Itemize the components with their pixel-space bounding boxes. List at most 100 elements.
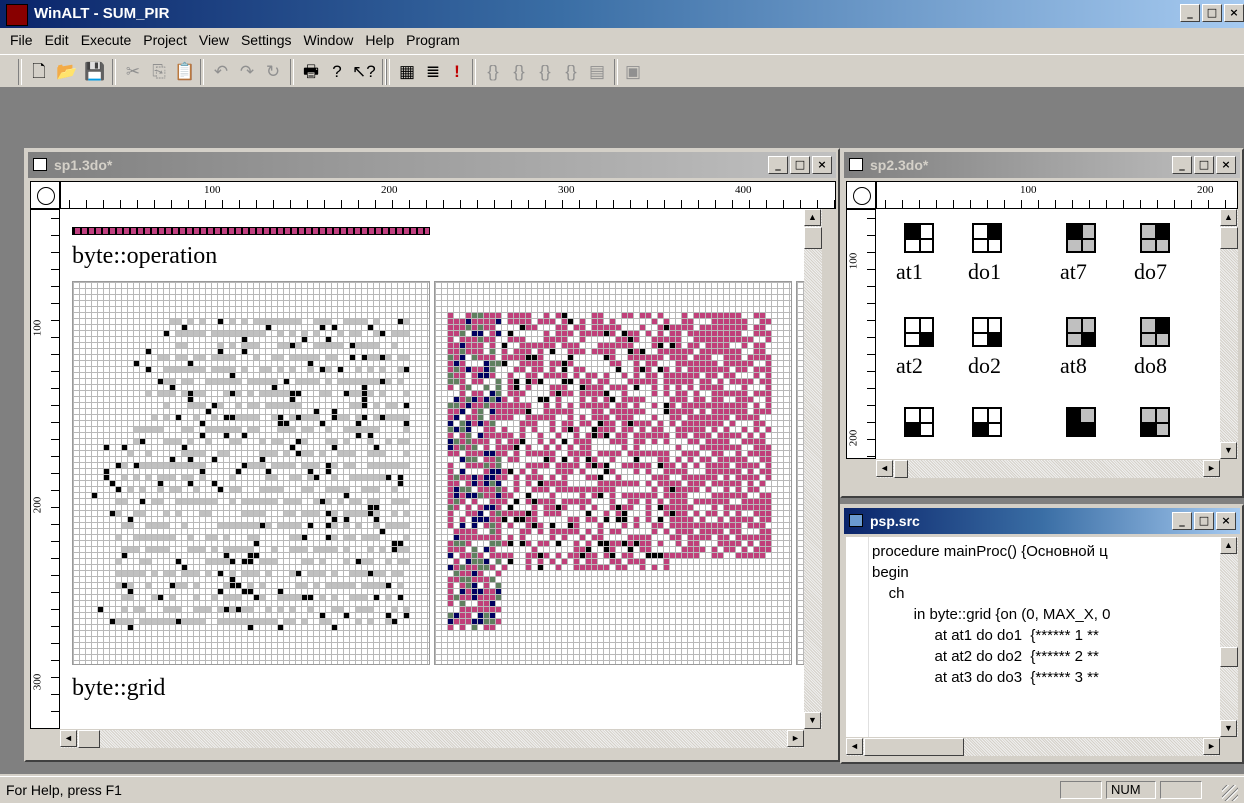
scroll-down-icon[interactable]: ▼ xyxy=(1220,442,1237,459)
sp2-horizontal-scrollbar[interactable]: ◄ ► xyxy=(876,460,1220,478)
scroll-up-icon[interactable]: ▲ xyxy=(1220,537,1237,554)
psp-src-title-bar[interactable]: psp.src _ □ × xyxy=(844,508,1240,534)
step-out-icon[interactable]: {} xyxy=(534,61,556,83)
cell-at1[interactable] xyxy=(904,223,934,253)
grid-icon[interactable]: ▦ xyxy=(396,61,418,83)
sp2-window[interactable]: sp2.3do* _ □ × 100 200 100 200 at1 do1 a… xyxy=(840,148,1244,498)
psp-src-horizontal-scrollbar[interactable]: ◄ ► xyxy=(846,738,1220,756)
minimize-button[interactable]: _ xyxy=(1180,4,1200,22)
code-editor[interactable]: procedure mainProc() {Основной ц begin c… xyxy=(846,537,1220,737)
sp1-canvas[interactable]: byte::operation byte::grid xyxy=(60,209,804,729)
minimize-button[interactable]: _ xyxy=(768,156,788,174)
open-folder-icon[interactable]: 📂 xyxy=(56,61,78,83)
copy-icon[interactable]: ⎘ xyxy=(148,61,170,83)
run-icon[interactable]: ! xyxy=(446,61,468,83)
sp2-vertical-scrollbar[interactable]: ▲ ▼ xyxy=(1220,209,1238,459)
grid-cell xyxy=(368,559,373,564)
scroll-right-icon[interactable]: ► xyxy=(1203,738,1220,755)
scroll-thumb[interactable] xyxy=(804,227,822,249)
undo-icon[interactable]: ↶ xyxy=(210,61,232,83)
grid-left[interactable] xyxy=(72,281,430,665)
sp1-window[interactable]: sp1.3do* _ □ × 100 200 300 400 100 200 3… xyxy=(24,148,840,762)
menu-edit[interactable]: Edit xyxy=(39,32,75,48)
grid-cell xyxy=(646,313,651,318)
maximize-button[interactable]: □ xyxy=(1194,512,1214,530)
context-help-icon[interactable]: ↖? xyxy=(352,61,376,83)
stop-icon[interactable]: ▣ xyxy=(622,61,644,83)
grid-cell xyxy=(532,325,537,330)
close-button[interactable]: × xyxy=(1216,512,1236,530)
minimize-button[interactable]: _ xyxy=(1172,156,1192,174)
scroll-thumb[interactable] xyxy=(864,738,964,756)
cell-do2[interactable] xyxy=(972,317,1002,347)
scroll-up-icon[interactable]: ▲ xyxy=(1220,209,1237,226)
psp-src-window[interactable]: psp.src _ □ × procedure mainProc() {Осно… xyxy=(840,504,1244,764)
cell-do7[interactable] xyxy=(1140,223,1170,253)
menu-settings[interactable]: Settings xyxy=(235,32,298,48)
menu-window[interactable]: Window xyxy=(298,32,360,48)
step-icon[interactable]: ≣ xyxy=(422,61,444,83)
menu-help[interactable]: Help xyxy=(359,32,400,48)
cell-do8[interactable] xyxy=(1140,317,1170,347)
step-over-icon[interactable]: {} xyxy=(508,61,530,83)
cell-do1[interactable] xyxy=(972,223,1002,253)
scroll-left-icon[interactable]: ◄ xyxy=(60,730,77,747)
scroll-left-icon[interactable]: ◄ xyxy=(846,738,863,755)
step-into-icon[interactable]: {} xyxy=(482,61,504,83)
minimize-button[interactable]: _ xyxy=(1172,512,1192,530)
cell-at8[interactable] xyxy=(1066,317,1096,347)
sp1-vertical-scrollbar[interactable]: ▲ ▼ xyxy=(804,209,822,729)
close-button[interactable]: × xyxy=(812,156,832,174)
scroll-down-icon[interactable]: ▼ xyxy=(1220,720,1237,737)
scroll-right-icon[interactable]: ► xyxy=(787,730,804,747)
grid-cell xyxy=(460,337,465,342)
scroll-left-icon[interactable]: ◄ xyxy=(876,460,893,477)
save-icon[interactable]: 💾 xyxy=(84,61,106,83)
refresh-icon[interactable]: ↻ xyxy=(262,61,284,83)
scroll-up-icon[interactable]: ▲ xyxy=(804,209,821,226)
breakpoints-icon[interactable]: ▤ xyxy=(586,61,608,83)
grid-cell xyxy=(532,373,537,378)
cell-grid[interactable] xyxy=(1140,407,1170,437)
cell-at2[interactable] xyxy=(904,317,934,347)
ruler-corner[interactable] xyxy=(30,181,60,209)
run-to-cursor-icon[interactable]: {} xyxy=(560,61,582,83)
scroll-right-icon[interactable]: ► xyxy=(1203,460,1220,477)
grid-cell xyxy=(550,505,555,510)
new-file-icon[interactable]: 🗋 xyxy=(28,61,50,83)
paste-icon[interactable]: 📋 xyxy=(174,61,196,83)
cell-grid[interactable] xyxy=(904,407,934,437)
menu-view[interactable]: View xyxy=(193,32,235,48)
sp2-title-bar[interactable]: sp2.3do* _ □ × xyxy=(844,152,1240,178)
menu-file[interactable]: File xyxy=(4,32,39,48)
help-icon[interactable]: ? xyxy=(326,61,348,83)
sp2-canvas[interactable]: at1 do1 at7 do7 at2 do2 at8 do8 xyxy=(876,209,1220,459)
grid-right[interactable] xyxy=(434,281,792,665)
maximize-button[interactable]: □ xyxy=(790,156,810,174)
scroll-thumb[interactable] xyxy=(1220,647,1238,667)
cut-icon[interactable]: ✂ xyxy=(122,61,144,83)
close-button[interactable]: × xyxy=(1216,156,1236,174)
menu-program[interactable]: Program xyxy=(400,32,466,48)
app-icon[interactable] xyxy=(6,4,28,26)
redo-icon[interactable]: ↷ xyxy=(236,61,258,83)
cell-at7[interactable] xyxy=(1066,223,1096,253)
scroll-thumb[interactable] xyxy=(78,730,100,748)
resize-grip-icon[interactable] xyxy=(1222,785,1238,801)
print-icon[interactable]: 🖶 xyxy=(300,61,322,83)
grid-cell xyxy=(688,409,693,414)
maximize-button[interactable]: □ xyxy=(1194,156,1214,174)
cell-grid[interactable] xyxy=(972,407,1002,437)
ruler-corner[interactable] xyxy=(846,181,876,209)
scroll-down-icon[interactable]: ▼ xyxy=(804,712,821,729)
sp1-title-bar[interactable]: sp1.3do* _ □ × xyxy=(28,152,836,178)
cell-grid[interactable] xyxy=(1066,407,1096,437)
menu-execute[interactable]: Execute xyxy=(75,32,138,48)
scroll-thumb[interactable] xyxy=(1220,227,1238,249)
maximize-button[interactable]: □ xyxy=(1202,4,1222,22)
sp1-horizontal-scrollbar[interactable]: ◄ ► xyxy=(60,730,804,748)
close-button[interactable]: × xyxy=(1224,4,1244,22)
scroll-thumb[interactable] xyxy=(894,460,908,478)
menu-project[interactable]: Project xyxy=(137,32,193,48)
psp-src-vertical-scrollbar[interactable]: ▲ ▼ xyxy=(1220,537,1238,737)
